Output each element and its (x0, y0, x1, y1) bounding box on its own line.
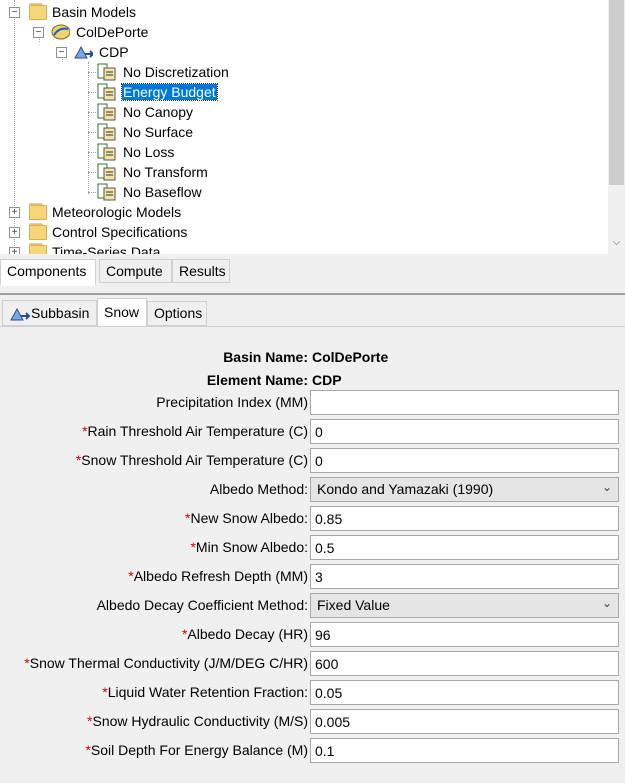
chevron-down-icon: ⌄ (601, 596, 612, 610)
tab-options[interactable]: Options (147, 301, 207, 326)
tree-item-energy-budget[interactable]: Energy Budget (121, 83, 218, 101)
element-name-label: Element Name: (206, 372, 308, 388)
method-icon (97, 123, 116, 141)
liquid-water-retention-input[interactable] (310, 680, 619, 705)
albedo-method-value: Kondo and Yamazaki (1990) (317, 481, 494, 497)
tree-item-no-baseflow[interactable]: No Baseflow (123, 184, 202, 200)
folder-icon (29, 203, 47, 220)
rain-threshold-input[interactable] (310, 419, 619, 444)
tree-connector (88, 152, 96, 153)
expand-icon[interactable]: + (9, 207, 20, 218)
snow-threshold-input[interactable] (310, 448, 619, 473)
tree-item-control-specifications[interactable]: Control Specifications (52, 224, 187, 240)
albedo-method-select[interactable]: Kondo and Yamazaki (1990) ⌄ (310, 477, 619, 502)
albedo-decay-label: *Albedo Decay (HR) (181, 626, 308, 642)
snow-hydraulic-conductivity-label: *Snow Hydraulic Conductivity (M/S) (87, 713, 308, 729)
folder-icon (29, 3, 47, 20)
liquid-water-retention-label: *Liquid Water Retention Fraction: (102, 684, 308, 700)
snow-hydraulic-conductivity-input[interactable] (310, 709, 619, 734)
tree-connector (88, 62, 89, 194)
new-snow-albedo-input[interactable] (310, 506, 619, 531)
snow-thermal-conductivity-label: *Snow Thermal Conductivity (J/M/DEG C/HR… (24, 655, 308, 671)
precipitation-index-input[interactable] (310, 390, 619, 415)
basin-name-value: ColDePorte (312, 349, 389, 365)
tree-item-basin-models[interactable]: Basin Models (52, 4, 136, 20)
tree-connector (88, 92, 96, 93)
tab-components[interactable]: Components (0, 259, 96, 286)
albedo-decay-method-label: Albedo Decay Coefficient Method: (96, 597, 308, 613)
folder-icon (29, 223, 47, 240)
tree-connector (88, 172, 96, 173)
collapse-icon[interactable]: − (56, 47, 67, 58)
tree-item-no-discretization[interactable]: No Discretization (123, 64, 229, 80)
tree-connector (88, 192, 96, 193)
albedo-decay-method-value: Fixed Value (317, 597, 390, 613)
albedo-method-label: Albedo Method: (209, 481, 308, 497)
basin-name-label: Basin Name: (223, 349, 308, 365)
snow-threshold-label: *Snow Threshold Air Temperature (C) (75, 452, 308, 468)
tree-item-time-series-data[interactable]: Time-Series Data (52, 244, 160, 254)
albedo-refresh-depth-label: *Albedo Refresh Depth (MM) (128, 568, 308, 584)
precipitation-index-label: Precipitation Index (MM) (156, 394, 308, 410)
tree-item-no-loss[interactable]: No Loss (123, 144, 174, 160)
project-tree[interactable]: − Basin Models − ColDePorte − CDP No Dis… (0, 0, 625, 254)
snow-editor-form: Basin Name: ColDePorte Element Name: CDP… (0, 327, 625, 783)
expand-icon[interactable]: + (9, 227, 20, 238)
method-icon (97, 163, 116, 181)
basin-model-icon (51, 24, 70, 40)
tab-compute[interactable]: Compute (99, 259, 172, 283)
explorer-tabs: Components Compute Results (0, 258, 625, 288)
scroll-down-icon[interactable]: ⌵ (608, 234, 625, 251)
tree-scrollbar-thumb[interactable] (609, 0, 624, 185)
soil-depth-input[interactable] (310, 738, 619, 763)
tree-item-cdp[interactable]: CDP (99, 44, 129, 60)
tree-item-no-canopy[interactable]: No Canopy (123, 104, 193, 120)
albedo-refresh-depth-input[interactable] (310, 564, 619, 589)
tree-item-no-transform[interactable]: No Transform (123, 164, 208, 180)
splitter[interactable] (0, 293, 625, 295)
element-name-value: CDP (312, 372, 342, 388)
method-icon (97, 63, 116, 81)
expand-icon[interactable]: + (9, 247, 20, 254)
min-snow-albedo-label: *Min Snow Albedo: (190, 539, 308, 555)
method-icon (97, 183, 116, 201)
method-icon (97, 103, 116, 121)
collapse-icon[interactable]: − (9, 7, 20, 18)
tree-connector (88, 132, 96, 133)
tree-connector (88, 72, 96, 73)
folder-icon (29, 243, 47, 254)
tab-results[interactable]: Results (172, 259, 230, 283)
albedo-decay-input[interactable] (310, 622, 619, 647)
new-snow-albedo-label: *New Snow Albedo: (185, 510, 308, 526)
subbasin-icon (74, 45, 93, 59)
snow-thermal-conductivity-input[interactable] (310, 651, 619, 676)
tree-item-coldeporte[interactable]: ColDePorte (76, 24, 148, 40)
albedo-decay-method-select[interactable]: Fixed Value ⌄ (310, 593, 619, 618)
chevron-down-icon: ⌄ (601, 480, 612, 494)
tree-item-no-surface[interactable]: No Surface (123, 124, 193, 140)
soil-depth-label: *Soil Depth For Energy Balance (M) (85, 742, 308, 758)
tree-item-meteorologic-models[interactable]: Meteorologic Models (52, 204, 181, 220)
tab-snow[interactable]: Snow (97, 298, 147, 327)
method-icon (97, 143, 116, 161)
method-icon (97, 83, 116, 101)
tab-subbasin[interactable]: Subbasin (2, 300, 97, 326)
min-snow-albedo-input[interactable] (310, 535, 619, 560)
tree-connector (88, 112, 96, 113)
collapse-icon[interactable]: − (33, 27, 44, 38)
rain-threshold-label: *Rain Threshold Air Temperature (C) (82, 423, 308, 439)
tab-subbasin-label: Subbasin (31, 305, 90, 321)
subbasin-icon (10, 307, 31, 321)
